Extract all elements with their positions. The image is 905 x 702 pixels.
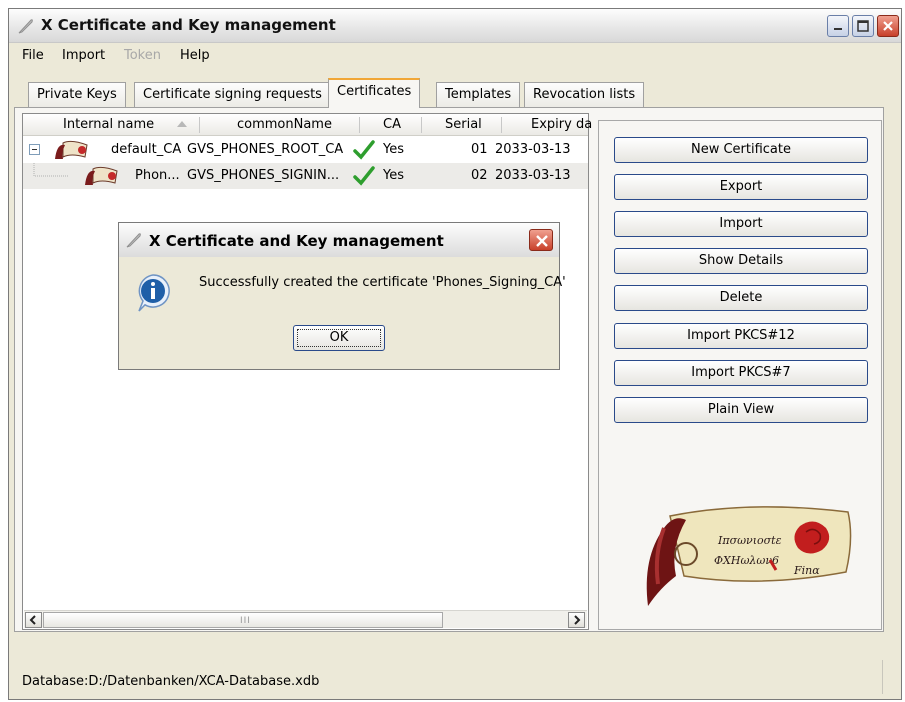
tab-certificate-signing-requests[interactable]: Certificate signing requests bbox=[134, 82, 331, 107]
close-icon bbox=[883, 21, 893, 31]
dialog-title: X Certificate and Key management bbox=[149, 232, 444, 250]
cell-expiry: 2033-03-13 bbox=[495, 142, 571, 157]
checkmark-icon bbox=[353, 166, 375, 186]
title-bar[interactable]: X Certificate and Key management bbox=[9, 9, 901, 43]
cell-ca: Yes bbox=[383, 142, 404, 157]
cell-common-name: GVS_PHONES_SIGNIN... bbox=[187, 168, 340, 183]
column-separator bbox=[421, 117, 422, 133]
tab-templates[interactable]: Templates bbox=[436, 82, 521, 107]
tree-collapse-icon[interactable] bbox=[29, 144, 40, 155]
cell-internal-name: Phon... bbox=[135, 168, 180, 183]
menu-token: Token bbox=[124, 48, 161, 63]
tree-branch-line bbox=[33, 163, 69, 177]
column-serial[interactable]: Serial bbox=[445, 117, 482, 132]
plain-view-button[interactable]: Plain View bbox=[614, 397, 868, 423]
checkmark-icon bbox=[353, 140, 375, 160]
certificate-icon bbox=[55, 140, 88, 159]
cell-ca: Yes bbox=[383, 168, 404, 183]
cell-serial: 01 bbox=[471, 142, 488, 157]
scroll-left-button[interactable] bbox=[25, 612, 42, 628]
menu-file[interactable]: File bbox=[22, 48, 44, 63]
message-dialog: X Certificate and Key management Success… bbox=[118, 222, 566, 370]
logo-line-3: Finα bbox=[793, 564, 820, 577]
table-row[interactable]: default_CA GVS_PHONES_ROOT_CA Yes 01 203… bbox=[23, 137, 588, 163]
info-icon bbox=[138, 274, 170, 312]
tab-revocation-lists[interactable]: Revocation lists bbox=[524, 82, 645, 107]
close-icon bbox=[536, 235, 548, 247]
certificate-icon bbox=[85, 166, 118, 185]
cell-serial: 02 bbox=[471, 168, 488, 183]
column-separator bbox=[199, 117, 200, 133]
close-button[interactable] bbox=[877, 15, 899, 37]
maximize-button[interactable] bbox=[852, 15, 874, 37]
delete-button[interactable]: Delete bbox=[614, 285, 868, 311]
list-header: Internal name commonName CA Serial Expir… bbox=[23, 114, 592, 136]
column-common-name[interactable]: commonName bbox=[237, 117, 332, 132]
import-pkcs7-button[interactable]: Import PKCS#7 bbox=[614, 360, 868, 386]
export-button[interactable]: Export bbox=[614, 174, 868, 200]
column-separator bbox=[501, 117, 502, 133]
minimize-button[interactable] bbox=[827, 15, 849, 37]
column-separator bbox=[359, 117, 360, 133]
cell-expiry: 2033-03-13 bbox=[495, 168, 571, 183]
new-certificate-button[interactable]: New Certificate bbox=[614, 137, 868, 163]
tab-certificates[interactable]: Certificates bbox=[328, 78, 421, 108]
import-button[interactable]: Import bbox=[614, 211, 868, 237]
feather-pen-icon bbox=[18, 19, 33, 34]
column-expiry[interactable]: Expiry da bbox=[531, 117, 592, 132]
ok-button[interactable]: OK bbox=[293, 325, 385, 351]
dialog-title-bar[interactable]: X Certificate and Key management bbox=[119, 223, 559, 257]
feather-pen-icon bbox=[126, 233, 141, 248]
status-separator bbox=[882, 660, 883, 694]
status-bar-text: Database:D:/Datenbanken/XCA-Database.xdb bbox=[22, 674, 320, 689]
arrow-right-icon bbox=[574, 615, 581, 625]
tab-private-keys[interactable]: Private Keys bbox=[28, 82, 126, 107]
cell-internal-name: default_CA bbox=[111, 142, 182, 157]
maximize-icon bbox=[857, 20, 869, 32]
sort-ascending-icon bbox=[177, 121, 187, 127]
logo-line-1: Ιπσωνιοσtε bbox=[717, 534, 782, 547]
horizontal-scrollbar[interactable]: III bbox=[24, 610, 587, 628]
thumb-grip-icon: III bbox=[240, 616, 251, 626]
column-ca[interactable]: CA bbox=[383, 117, 401, 132]
minimize-icon bbox=[834, 28, 842, 30]
certificate-scroll-logo: Ιπσωνιοσtε ΦΧΗωλων6 Finα bbox=[646, 506, 852, 606]
certificate-list[interactable]: Internal name commonName CA Serial Expir… bbox=[22, 113, 592, 630]
show-details-button[interactable]: Show Details bbox=[614, 248, 868, 274]
cell-common-name: GVS_PHONES_ROOT_CA bbox=[187, 142, 344, 157]
menu-import[interactable]: Import bbox=[62, 48, 105, 63]
dialog-message: Successfully created the certificate 'Ph… bbox=[199, 275, 566, 290]
dialog-close-button[interactable] bbox=[529, 229, 553, 251]
scroll-right-button[interactable] bbox=[568, 612, 585, 628]
menu-help[interactable]: Help bbox=[180, 48, 210, 63]
column-internal-name[interactable]: Internal name bbox=[63, 117, 154, 132]
arrow-left-icon bbox=[29, 615, 36, 625]
scroll-thumb[interactable]: III bbox=[43, 612, 443, 628]
focus-ring bbox=[297, 329, 381, 347]
import-pkcs12-button[interactable]: Import PKCS#12 bbox=[614, 323, 868, 349]
table-row[interactable]: Phon... GVS_PHONES_SIGNIN... Yes 02 2033… bbox=[23, 163, 588, 189]
window-title: X Certificate and Key management bbox=[41, 16, 336, 34]
